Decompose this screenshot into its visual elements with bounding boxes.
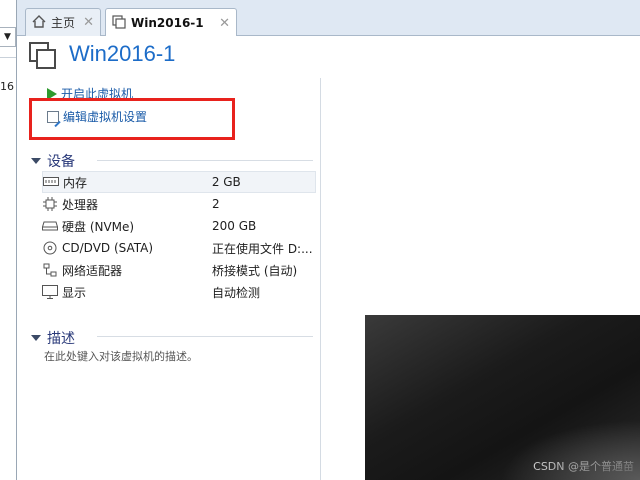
tab-win2016-1[interactable]: Win2016-1 ✕ bbox=[105, 8, 237, 37]
description-section-title: 描述 bbox=[47, 331, 75, 347]
device-name: 显示 bbox=[62, 285, 87, 300]
page-title: Win2016-1 bbox=[69, 41, 176, 66]
vm-header: Win2016-1 bbox=[17, 36, 640, 78]
device-value: 正在使用文件 D:... bbox=[212, 241, 313, 256]
library-item-fragment: 16 bbox=[0, 80, 14, 93]
tab-home-label: 主页 bbox=[51, 16, 76, 30]
device-name: 内存 bbox=[63, 175, 88, 190]
device-row-cd-dvd[interactable]: CD/DVD (SATA) 正在使用文件 D:... bbox=[42, 237, 316, 259]
collapse-triangle-icon bbox=[31, 335, 41, 341]
virtual-machine-icon bbox=[29, 42, 57, 70]
device-row-hard-disk[interactable]: 硬盘 (NVMe) 200 GB bbox=[42, 215, 316, 237]
home-icon bbox=[32, 14, 46, 31]
library-panel-edge: ▼ 16 bbox=[0, 0, 17, 480]
device-value: 桥接模式 (自动) bbox=[212, 263, 298, 278]
device-row-cpu[interactable]: 处理器 2 bbox=[42, 193, 316, 215]
vm-preview-area: CSDN @是个普通苗 bbox=[322, 78, 640, 480]
device-row-display[interactable]: 显示 自动检测 bbox=[42, 281, 316, 303]
device-name: CD/DVD (SATA) bbox=[62, 241, 154, 255]
device-name: 网络适配器 bbox=[62, 263, 123, 278]
watermark-text: CSDN @是个普通苗 bbox=[533, 460, 634, 473]
device-value: 200 GB bbox=[212, 219, 257, 233]
library-divider bbox=[0, 57, 16, 58]
vm-tab-icon bbox=[112, 14, 126, 32]
collapse-triangle-icon bbox=[31, 158, 41, 164]
vm-summary-panel: 开启此虚拟机 编辑虚拟机设置 设备 内存 2 GB 处理器 2 硬盘 (NVMe… bbox=[17, 78, 321, 480]
memory-icon bbox=[43, 175, 59, 189]
section-divider bbox=[97, 160, 313, 161]
tab-vm-label: Win2016-1 bbox=[131, 16, 204, 30]
description-field[interactable]: 在此处键入对该虚拟机的描述。 bbox=[44, 348, 198, 364]
device-name: 硬盘 (NVMe) bbox=[62, 219, 135, 234]
devices-section-title: 设备 bbox=[47, 154, 75, 170]
chevron-down-icon: ▼ bbox=[4, 32, 11, 42]
device-name: 处理器 bbox=[62, 197, 99, 212]
annotation-highlight-box bbox=[29, 98, 235, 140]
device-row-memory[interactable]: 内存 2 GB bbox=[42, 171, 316, 193]
device-value: 2 GB bbox=[211, 175, 241, 189]
tab-bar: 主页 ✕ Win2016-1 ✕ bbox=[17, 0, 640, 37]
vm-screen-thumbnail[interactable]: CSDN @是个普通苗 bbox=[365, 315, 640, 480]
device-row-network-adapter[interactable]: 网络适配器 桥接模式 (自动) bbox=[42, 259, 316, 281]
devices-section-header[interactable]: 设备 bbox=[31, 151, 75, 171]
library-dropdown[interactable]: ▼ bbox=[0, 27, 16, 47]
display-icon bbox=[42, 285, 58, 299]
close-icon[interactable]: ✕ bbox=[83, 15, 94, 30]
close-icon[interactable]: ✕ bbox=[219, 16, 230, 31]
hard-disk-icon bbox=[42, 219, 58, 233]
description-section-header[interactable]: 描述 bbox=[31, 328, 75, 348]
device-value: 2 bbox=[212, 197, 220, 211]
device-list: 内存 2 GB 处理器 2 硬盘 (NVMe) 200 GB CD/DVD (S… bbox=[42, 171, 316, 303]
section-divider bbox=[97, 336, 313, 337]
tab-home[interactable]: 主页 ✕ bbox=[25, 8, 101, 36]
cd-dvd-icon bbox=[42, 241, 58, 255]
network-adapter-icon bbox=[42, 263, 58, 277]
device-value: 自动检测 bbox=[212, 285, 261, 300]
cpu-icon bbox=[42, 197, 58, 211]
